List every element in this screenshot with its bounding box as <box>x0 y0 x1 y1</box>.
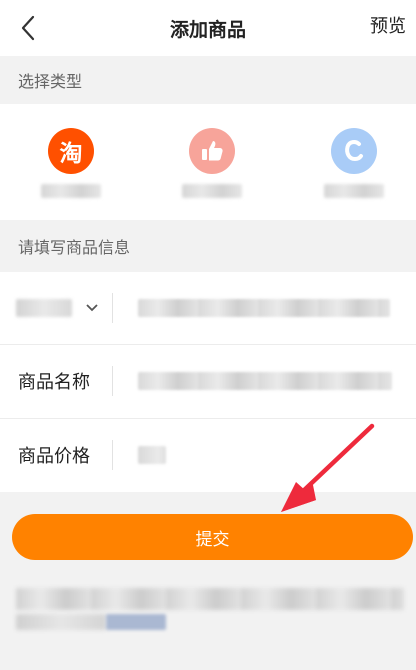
page-title: 添加商品 <box>169 18 246 41</box>
type-section-header: 选择类型 <box>0 56 416 104</box>
back-button[interactable] <box>12 10 44 46</box>
chevron-left-icon <box>21 15 35 41</box>
type-label-redacted <box>324 184 384 198</box>
footer-note-redacted <box>16 588 404 610</box>
product-form: 商品名称 商品价格 <box>0 272 416 492</box>
chevron-down-icon[interactable] <box>84 300 100 316</box>
field-separator <box>112 366 113 396</box>
footer-link-redacted[interactable] <box>106 614 166 630</box>
type-label-redacted <box>182 184 242 198</box>
type-label-redacted <box>41 184 101 198</box>
link-type-select[interactable] <box>16 299 72 317</box>
type-option-like[interactable] <box>167 128 257 208</box>
field-separator <box>112 293 113 323</box>
field-separator <box>112 440 113 470</box>
type-option-c[interactable] <box>309 128 399 208</box>
type-option-taobao[interactable]: 淘 <box>26 128 116 208</box>
product-name-label: 商品名称 <box>18 372 90 393</box>
form-row-link <box>0 272 416 344</box>
thumbs-up-icon <box>189 128 235 174</box>
footer-note-redacted <box>16 614 106 630</box>
taobao-icon: 淘 <box>48 128 94 174</box>
preview-button[interactable]: 预览 <box>370 12 406 38</box>
form-row-name: 商品名称 <box>0 345 416 417</box>
product-name-input[interactable] <box>138 372 392 390</box>
top-bar: 添加商品 预览 <box>0 0 416 56</box>
info-section-header: 请填写商品信息 <box>0 222 416 270</box>
submit-button[interactable]: 提交 <box>12 514 413 560</box>
type-panel: 淘 <box>0 104 416 220</box>
product-price-label: 商品价格 <box>18 446 90 467</box>
product-price-input[interactable] <box>138 446 166 464</box>
c-letter-icon <box>331 128 377 174</box>
link-input[interactable] <box>138 299 390 317</box>
form-row-price: 商品价格 <box>0 419 416 491</box>
